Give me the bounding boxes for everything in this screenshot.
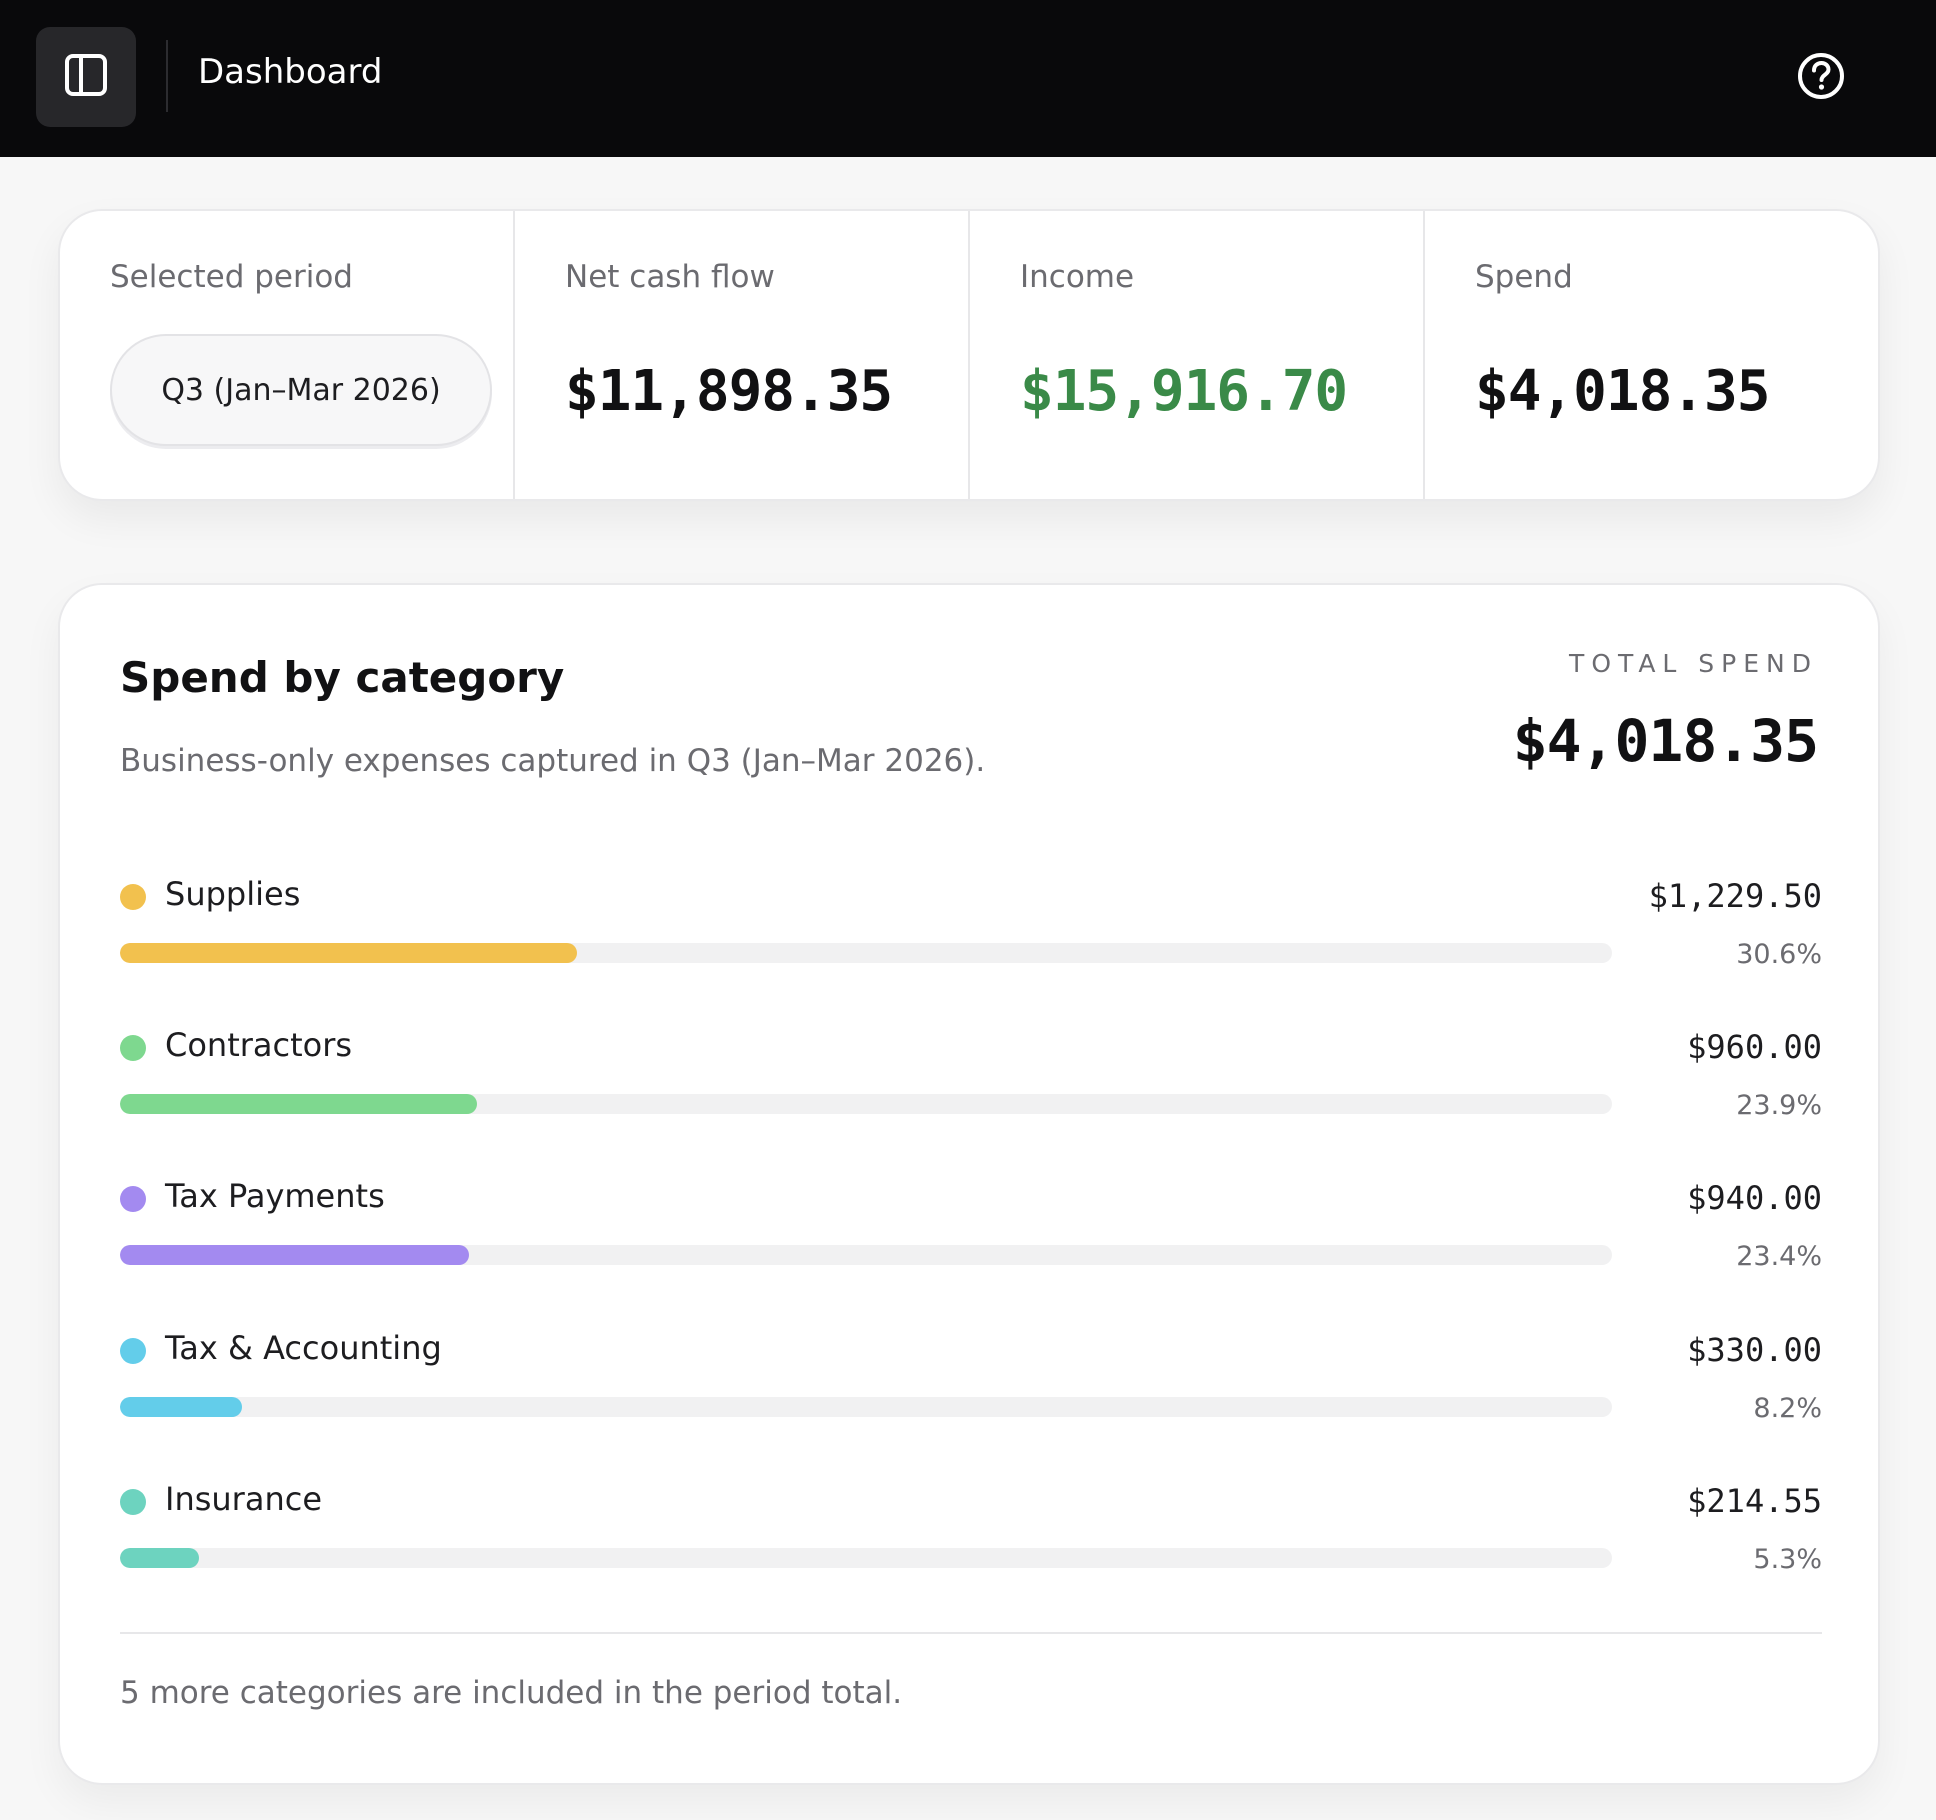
category-color-dot [120,1489,146,1515]
more-categories-note: 5 more categories are included in the pe… [120,1675,903,1711]
total-spend-label: TOTAL SPEND [1569,649,1818,678]
category-row: Contractors $960.00 23.9% [120,1014,1822,1134]
category-row: Tax & Accounting $330.00 8.2% [120,1317,1822,1437]
category-progress-fill [120,943,577,963]
sidebar-toggle-button[interactable] [36,27,136,127]
category-progress-track [120,1094,1612,1114]
category-percent: 5.3% [1753,1544,1822,1575]
period-selector-button[interactable]: Q3 (Jan–Mar 2026) [110,334,492,446]
category-percent: 23.4% [1736,1241,1822,1272]
category-percent: 30.6% [1736,939,1822,970]
help-circle-icon [1796,51,1846,105]
spend-label: Spend [1475,259,1573,295]
category-name: Contractors [165,1026,353,1064]
net-cash-flow-label: Net cash flow [565,259,775,295]
selected-period-label: Selected period [110,259,353,295]
category-name: Tax Payments [165,1177,385,1215]
category-percent: 8.2% [1753,1393,1822,1424]
category-amount: $940.00 [1687,1179,1822,1217]
summary-stats-card: Selected period Q3 (Jan–Mar 2026) Net ca… [58,209,1880,501]
top-bar: Dashboard [0,0,1936,157]
category-row: Insurance $214.55 5.3% [120,1468,1822,1588]
topbar-divider [166,40,168,112]
sidebar-panel-icon [64,53,108,101]
income-stat: Income $15,916.70 [970,211,1425,499]
category-progress-track [120,1548,1612,1568]
category-progress-track [120,943,1612,963]
spend-stat: Spend $4,018.35 [1425,211,1878,499]
category-progress-fill [120,1397,243,1417]
category-amount: $1,229.50 [1648,877,1822,915]
page-title: Dashboard [198,52,383,92]
category-name: Insurance [165,1480,322,1518]
category-amount: $330.00 [1687,1331,1822,1369]
category-row: Tax Payments $940.00 23.4% [120,1165,1822,1285]
help-button[interactable] [1796,53,1846,103]
category-name: Tax & Accounting [165,1329,442,1367]
category-color-dot [120,1338,146,1364]
category-row: Supplies $1,229.50 30.6% [120,863,1822,983]
spend-by-category-title: Spend by category [120,653,565,702]
category-progress-track [120,1245,1612,1265]
category-color-dot [120,1186,146,1212]
total-spend-value: $4,018.35 [1512,707,1819,775]
category-progress-fill [120,1245,470,1265]
selected-period-stat: Selected period Q3 (Jan–Mar 2026) [60,211,515,499]
section-divider [120,1632,1822,1634]
category-color-dot [120,1035,146,1061]
category-color-dot [120,884,146,910]
income-value: $15,916.70 [1020,359,1348,424]
category-amount: $960.00 [1687,1028,1822,1066]
income-label: Income [1020,259,1135,295]
category-progress-fill [120,1548,200,1568]
category-progress-fill [120,1094,477,1114]
net-cash-flow-value: $11,898.35 [565,359,893,424]
spend-value: $4,018.35 [1475,359,1770,424]
category-name: Supplies [165,875,301,913]
category-progress-track [120,1397,1612,1417]
category-percent: 23.9% [1736,1090,1822,1121]
spend-by-category-subtitle: Business-only expenses captured in Q3 (J… [120,743,986,779]
category-amount: $214.55 [1687,1482,1822,1520]
spend-by-category-card: Spend by category Business-only expenses… [58,583,1880,1785]
net-cash-flow-stat: Net cash flow $11,898.35 [515,211,970,499]
